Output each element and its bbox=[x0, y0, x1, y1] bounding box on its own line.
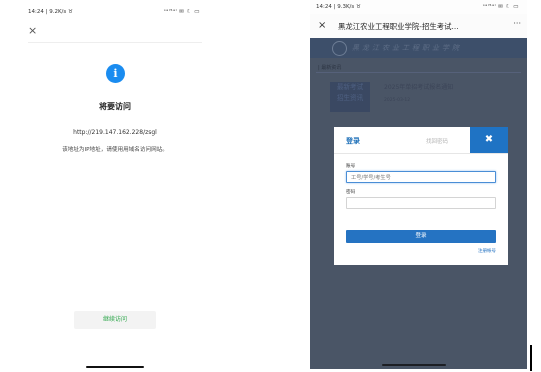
site-banner: 黑龙江农业工程职业学院 bbox=[310, 38, 527, 58]
status-icons: ᵌᵃˡ⁵ᵃˡ ✉ ☾ ▭ bbox=[482, 4, 519, 10]
left-phone-screen: 14:24 | 9.2K/s ♉ ᵌᵃˡ⁵ᵃˡ ✉ ☾ ▭ × i 将要访问 h… bbox=[22, 5, 208, 369]
tab-forgot-password[interactable]: 找回密码 bbox=[426, 137, 448, 145]
status-icons: ᵌᵃˡ⁵ᵃˡ ✉ ☾ ▭ bbox=[163, 9, 200, 15]
banner-school-name: 黑龙江农业工程职业学院 bbox=[352, 44, 462, 52]
login-button[interactable]: 登录 bbox=[346, 230, 496, 243]
tab-login[interactable]: 登录 bbox=[346, 136, 360, 146]
home-indicator[interactable] bbox=[86, 366, 144, 368]
divider bbox=[28, 42, 202, 43]
account-input[interactable]: 工号/学号/考生号 bbox=[346, 171, 496, 183]
warning-url: http://219.147.162.228/zsgl bbox=[73, 129, 157, 136]
status-bar: 14:24 | 9.2K/s ♉ ᵌᵃˡ⁵ᵃˡ ✉ ☾ ▭ bbox=[22, 5, 208, 19]
browser-titlebar: × 黑龙江农业工程职业学院-招生考试... ··· bbox=[310, 14, 527, 38]
close-icon[interactable]: ✖ bbox=[470, 127, 508, 153]
status-bar: 14:24 | 9.3K/s ♉ ᵌᵃˡ⁵ᵃˡ ✉ ☾ ▭ bbox=[310, 0, 527, 14]
divider bbox=[316, 72, 521, 73]
news-item-date: 2025-03-12 bbox=[384, 98, 411, 103]
warning-description: 该地址为IP地址，请使用用域名访问网站。 bbox=[62, 147, 168, 153]
more-menu-icon[interactable]: ··· bbox=[513, 19, 521, 28]
warning-title: 将要访问 bbox=[99, 102, 131, 111]
news-thumbnail[interactable]: 最新考试 招生资讯 bbox=[330, 82, 370, 112]
login-tabs: 登录 找回密码 ✖ bbox=[334, 127, 508, 154]
edge-bar bbox=[530, 345, 532, 371]
page-title: 黑龙江农业工程职业学院-招生考试... bbox=[338, 22, 459, 31]
password-label: 密码 bbox=[346, 190, 356, 195]
thumb-text: 招生资讯 bbox=[336, 94, 364, 102]
home-indicator[interactable] bbox=[382, 364, 446, 366]
close-icon[interactable]: × bbox=[28, 25, 37, 36]
status-time: 14:24 | 9.3K/s ♉ bbox=[316, 4, 361, 10]
register-link[interactable]: 注册帐号 bbox=[478, 248, 496, 254]
password-input[interactable] bbox=[346, 197, 496, 209]
news-section-title: | 最新资讯 bbox=[318, 65, 342, 71]
login-modal: 登录 找回密码 ✖ 账号 工号/学号/考生号 密码 登录 注册帐号 bbox=[334, 127, 508, 265]
news-item-title[interactable]: 2025年单招考试报名通知 bbox=[384, 82, 453, 91]
thumb-text: 最新考试 bbox=[336, 83, 364, 91]
school-logo-icon bbox=[332, 41, 347, 56]
status-time: 14:24 | 9.2K/s ♉ bbox=[28, 9, 73, 15]
account-label: 账号 bbox=[346, 164, 356, 169]
close-icon[interactable]: × bbox=[318, 20, 326, 31]
right-phone-screen: 14:24 | 9.3K/s ♉ ᵌᵃˡ⁵ᵃˡ ✉ ☾ ▭ × 黑龙江农业工程职… bbox=[310, 0, 527, 369]
info-icon: i bbox=[106, 64, 125, 83]
continue-button[interactable]: 继续访问 bbox=[74, 311, 156, 329]
